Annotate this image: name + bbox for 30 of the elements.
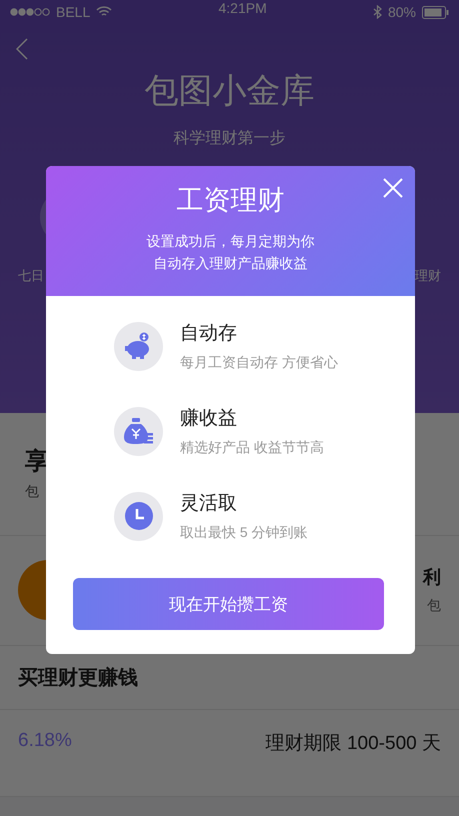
promo-text: 包 xyxy=(25,483,39,501)
welfare-title: 利 xyxy=(423,566,441,589)
dialog-title: 工资理财 xyxy=(176,184,284,217)
signal-icon xyxy=(10,8,50,16)
battery-icon xyxy=(422,6,449,18)
feature-description: 取出最快 5 分钟到账 xyxy=(180,524,308,542)
welfare-text: 包 xyxy=(427,597,441,615)
clock-time: 4:21PM xyxy=(218,0,267,16)
rate-value: 6.18% xyxy=(18,730,72,752)
section-title: 买理财更赚钱 xyxy=(18,666,138,691)
feature-title: 灵活取 xyxy=(180,492,238,516)
feature-description: 每月工资自动存 方便省心 xyxy=(180,354,338,372)
close-icon[interactable] xyxy=(383,178,403,198)
feature-description: 精选好产品 收益节节高 xyxy=(180,439,324,457)
bluetooth-icon xyxy=(372,5,382,19)
term-text: 理财期限 100-500 天 xyxy=(266,732,441,756)
clock-icon xyxy=(124,501,154,531)
page-title: 包图小金库 xyxy=(144,71,314,112)
promo-title: 享 xyxy=(25,447,49,477)
feature-title: 赚收益 xyxy=(180,407,238,431)
battery-percent: 80% xyxy=(388,4,416,20)
wifi-icon xyxy=(96,6,112,18)
money-bag-icon xyxy=(122,417,154,445)
start-button[interactable]: 现在开始攒工资 xyxy=(73,578,384,630)
feature-title: 自动存 xyxy=(180,322,238,346)
caption-text: 七日 xyxy=(18,267,44,285)
carrier-label: BELL xyxy=(56,4,90,20)
caption-text: 理财 xyxy=(415,267,441,285)
dialog-subtitle: 设置成功后，每月定期为你 自动存入理财产品赚收益 xyxy=(146,232,314,273)
page-subtitle: 科学理财第一步 xyxy=(174,128,286,149)
